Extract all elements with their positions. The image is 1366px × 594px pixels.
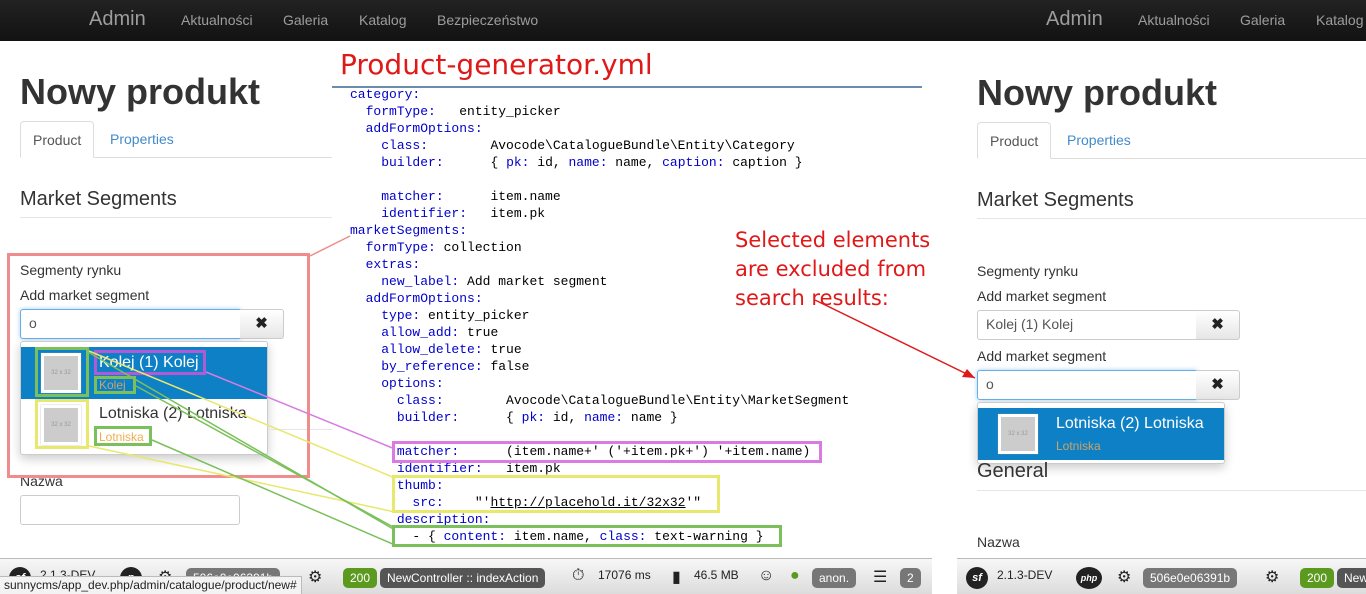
tab-product[interactable]: Product: [977, 122, 1052, 159]
config-icon[interactable]: ⚙: [1117, 567, 1131, 587]
divider: [977, 490, 1366, 491]
autocomplete-option[interactable]: 32 x 32 Lotniska (2) Lotniska Lotniska: [978, 408, 1224, 460]
navbar-right: Admin Aktualności Galeria Katalog: [957, 0, 1366, 41]
status-badge[interactable]: 200: [343, 568, 378, 588]
status-badge[interactable]: 200: [1300, 568, 1335, 588]
highlight-box-desc: [94, 376, 136, 394]
nav-link-katalog[interactable]: Katalog: [359, 12, 406, 28]
page-title: Nowy produkt: [20, 71, 260, 112]
tab-properties[interactable]: Properties: [1055, 122, 1143, 159]
highlight-box-thumb-code: [392, 475, 720, 513]
nazwa-input[interactable]: [20, 495, 240, 525]
nav-link-galeria[interactable]: Galeria: [1240, 12, 1285, 28]
add-segment-label: Add market segment: [977, 348, 1107, 364]
nav-link-aktualnosci[interactable]: Aktualności: [181, 12, 253, 28]
highlight-box-description-code: [392, 525, 782, 547]
symfony-icon[interactable]: sf: [966, 567, 988, 589]
remove-segment-button[interactable]: ✖: [1196, 370, 1240, 400]
tabs: Product Properties: [977, 122, 1366, 159]
remove-segment-button[interactable]: ✖: [1196, 310, 1240, 340]
php-icon[interactable]: php: [1076, 567, 1102, 589]
option-description: Lotniska: [1056, 439, 1101, 453]
browser-status-url: sunnycms/app_dev.php/admin/catalogue/pro…: [0, 576, 302, 594]
autocomplete-dropdown: 32 x 32 Lotniska (2) Lotniska Lotniska: [977, 402, 1225, 464]
controller-badge[interactable]: New: [1337, 568, 1366, 588]
highlight-box-thumb: [35, 399, 89, 449]
segments-label: Segmenty rynku: [977, 263, 1079, 279]
queries-badge[interactable]: 2: [900, 568, 921, 588]
memory-icon[interactable]: ▮: [672, 567, 681, 587]
tabs: Product Properties: [20, 121, 332, 158]
divider: [20, 217, 332, 218]
nav-link-aktualnosci[interactable]: Aktualności: [1138, 12, 1210, 28]
clock-icon[interactable]: ⏱: [572, 567, 584, 587]
symfony-version[interactable]: 2.1.3-DEV: [997, 568, 1052, 582]
navbar-brand[interactable]: Admin: [89, 8, 146, 31]
nazwa-label: Nazwa: [977, 534, 1020, 550]
highlight-box-thumb: [35, 347, 89, 397]
section-market-segments: Market Segments: [20, 188, 177, 210]
gear-icon[interactable]: ⚙: [1265, 567, 1279, 587]
highlight-box-matcher: [392, 441, 822, 463]
add-segment-label: Add market segment: [977, 288, 1107, 304]
request-time[interactable]: 17076 ms: [598, 568, 651, 582]
page-title: Nowy produkt: [977, 72, 1217, 113]
controller-badge[interactable]: NewController :: indexAction: [380, 568, 546, 588]
highlight-box-title: [94, 350, 206, 375]
token-badge[interactable]: 506e0e06391b: [1143, 568, 1238, 588]
annotation-text: Selected elements are excluded from sear…: [735, 228, 931, 310]
database-icon[interactable]: ☰: [873, 567, 887, 587]
navbar-left: Admin Aktualności Galeria Katalog Bezpie…: [0, 0, 957, 41]
nav-link-bezpieczenstwo[interactable]: Bezpieczeństwo: [437, 12, 538, 28]
section-general: General: [977, 460, 1049, 482]
thumbnail-image: 32 x 32: [998, 414, 1038, 454]
gear-icon[interactable]: ⚙: [308, 567, 322, 587]
tab-product[interactable]: Product: [20, 121, 95, 158]
selected-segment-input[interactable]: Kolej (1) Kolej: [977, 310, 1197, 340]
option-title: Lotniska (2) Lotniska: [1056, 415, 1204, 432]
user-icon[interactable]: ☺: [758, 567, 774, 587]
highlight-box-desc: [94, 426, 152, 446]
navbar-brand[interactable]: Admin: [1046, 8, 1103, 31]
nav-link-galeria[interactable]: Galeria: [283, 12, 328, 28]
nav-link-katalog[interactable]: Katalog: [1316, 12, 1363, 28]
user-badge[interactable]: anon.: [812, 568, 857, 588]
code-title: Product-generator.yml: [340, 48, 653, 81]
security-icon[interactable]: ●: [790, 567, 800, 587]
segment-search-input[interactable]: o: [977, 370, 1197, 400]
section-market-segments: Market Segments: [977, 189, 1134, 211]
tab-properties[interactable]: Properties: [98, 121, 186, 158]
divider: [977, 218, 1366, 219]
memory-usage[interactable]: 46.5 MB: [694, 568, 739, 582]
debug-toolbar-right: sf 2.1.3-DEV php ⚙ 506e0e06391b ⚙ 200 Ne…: [957, 558, 1366, 594]
